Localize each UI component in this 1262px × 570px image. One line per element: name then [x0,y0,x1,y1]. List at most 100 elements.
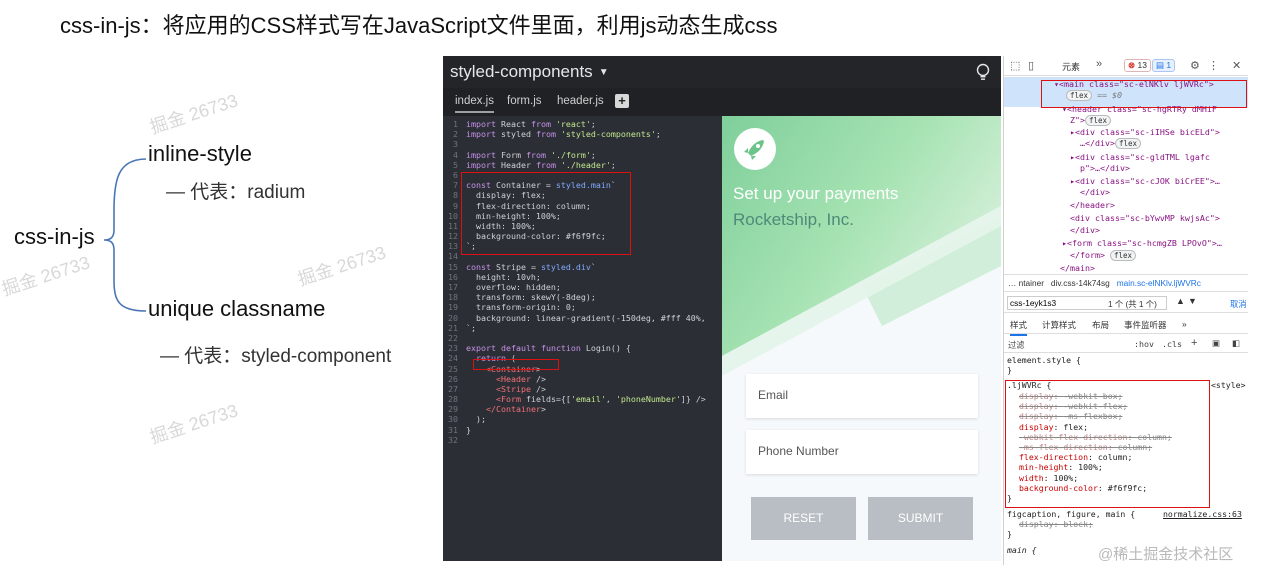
line-number: 25 [448,363,458,374]
dom-text: </header> [1070,200,1115,210]
line-number: 16 [448,271,458,282]
rule3-selector[interactable]: main { [1007,545,1037,555]
preview-heading: Set up your payments [733,184,899,203]
chevron-up-icon[interactable]: ▲ [1176,296,1185,306]
tab-header-js[interactable]: header.js [557,95,604,107]
highlight-ljwvrc-rule [1005,380,1210,508]
line-number: 28 [448,394,458,405]
reset-button[interactable]: RESET [751,497,856,540]
styles-filter: 过滤 :hov .cls + ▣ ◧ [1004,335,1248,353]
error-count-badge[interactable]: ⊗ 13 [1124,59,1151,72]
code-token: from [535,159,556,170]
dom-node-div[interactable]: ▸<div class="sc-iIHSe bicELd"> [1070,127,1220,137]
line-number: 12 [448,231,458,242]
editor-tabs: index.js form.js header.js + [443,88,1001,116]
new-rule-button[interactable]: + [1191,337,1197,349]
tab-event-listeners[interactable]: 事件监听器 [1124,319,1167,331]
phone-number-field[interactable]: Phone Number [746,430,978,474]
devtools-panel: ⬚ ▯ 元素 » ⊗ 13 ▤ 1 ⚙ ⋮ ✕ ▾<main class="sc… [1003,56,1248,565]
flex-badge[interactable]: flex [1085,115,1112,126]
breadcrumb: … ntainer div.css-14k74sg main.sc-elNKlv… [1004,274,1248,292]
mindmap-branch-inline-style: inline-style [148,141,252,166]
line-number: 8 [453,190,458,201]
code-line: 18 transform: skewY(-8deg); [443,292,722,302]
chevron-down-icon[interactable]: ▼ [599,67,609,78]
add-file-icon[interactable]: + [615,94,629,108]
code-token: import [466,129,496,140]
breadcrumb-item[interactable]: div.css-14k74sg [1051,278,1110,288]
kebab-menu-icon[interactable]: ⋮ [1208,59,1219,72]
error-icon: ⊗ [1128,60,1136,70]
line-number: 22 [448,332,458,343]
code-token: <Form [495,394,521,405]
breadcrumb-item-selected[interactable]: main.sc-elNKlv.ljWVRc [1117,278,1201,288]
editor-titlebar[interactable]: styled-components ▼ [443,56,1001,88]
dom-text-row: p">…</div> [1080,163,1130,173]
flex-badge[interactable]: flex [1114,138,1142,149]
message-count-badge[interactable]: ▤ 1 [1152,59,1176,72]
line-number: 31 [448,424,458,435]
line-number: 21 [448,322,458,333]
watermark: 掘金 26733 [147,90,241,138]
toggle-element-state-icon[interactable]: ▣ [1212,338,1220,348]
code-text: import Header from './header'; [466,159,616,170]
tab-styles[interactable]: 样式 [1010,319,1028,336]
code-text: import styled from 'styled-components'; [466,129,661,140]
line-number: 5 [453,159,458,170]
class-toggle[interactable]: .cls [1162,339,1182,349]
flex-badge[interactable]: flex [1109,250,1137,261]
breadcrumb-item[interactable]: … ntainer [1008,278,1044,288]
tab-computed[interactable]: 计算样式 [1042,319,1076,331]
code-token: 'styled-components' [560,129,656,140]
dom-node-div[interactable]: <div class="sc-bYwvMP kwjsAc"> [1070,213,1220,223]
tab-layout[interactable]: 布局 [1092,319,1109,331]
submit-button[interactable]: SUBMIT [868,497,973,540]
code-token: const [466,261,491,272]
dom-node-div[interactable]: ▸<div class="sc-cJOK biCrEE">… [1070,176,1220,186]
tab-index-js[interactable]: index.js [455,95,494,113]
cancel-search-button[interactable]: 取消 [1230,298,1247,310]
dom-text-row: </main> [1060,263,1095,273]
lightbulb-icon[interactable] [975,63,991,81]
dom-node-form[interactable]: ▸<form class="sc-hcmgZB LPOvO">… [1062,238,1222,248]
code-text: export default function Login() { [466,343,631,354]
more-tabs-icon[interactable]: » [1096,58,1102,70]
dom-text: …</div> [1080,138,1115,148]
dom-node-div[interactable]: ▸<div class="sc-gldTML lgafc [1070,152,1210,162]
mindmap-branch-unique-classname-note: — 代表：styled-component [160,346,392,367]
close-icon[interactable]: ✕ [1232,59,1241,72]
filter-input[interactable]: 过滤 [1008,339,1025,351]
dom-text: </div> [1070,225,1100,235]
email-field[interactable]: Email [746,374,978,418]
code-token: default [500,343,536,354]
code-token: styled.div [540,261,591,272]
rocket-icon [744,140,764,160]
more-tabs-icon[interactable]: » [1182,319,1187,329]
tab-form-js[interactable]: form.js [507,95,542,107]
rule2-property[interactable]: display: block; [1019,519,1093,529]
tab-elements[interactable]: 元素 [1062,60,1080,73]
rule-close: } [1007,529,1012,539]
code-text: import Form from './form'; [466,149,596,160]
hover-state-toggle[interactable]: :hov [1134,339,1154,349]
rule2-selector[interactable]: figcaption, figure, main { [1007,509,1135,519]
code-line: 23 export default function Login() { [443,343,722,353]
rule-source[interactable]: <style> [1211,380,1246,390]
dom-text: </div> [1080,187,1110,197]
sidebar-toggle-icon[interactable]: ◧ [1232,338,1240,348]
code-text: `; [466,322,476,333]
code-line: 1 import React from 'react'; [443,119,722,129]
inspect-element-icon[interactable]: ⬚ [1010,59,1020,72]
project-title[interactable]: styled-components [450,62,593,81]
code-token: <Header [495,373,531,384]
highlight-container-tag [473,359,559,370]
app-preview: Set up your payments Rocketship, Inc. Em… [722,116,1001,561]
dom-text: </form> [1070,250,1105,260]
chevron-down-icon[interactable]: ▼ [1188,296,1197,306]
code-token: './header' [560,159,611,170]
highlight-container-styles [461,172,631,255]
settings-gear-icon[interactable]: ⚙ [1190,59,1200,72]
device-toggle-icon[interactable]: ▯ [1028,59,1034,72]
rule2-source-link[interactable]: normalize.css:63 [1163,509,1242,519]
code-text: </Container> [485,404,546,415]
